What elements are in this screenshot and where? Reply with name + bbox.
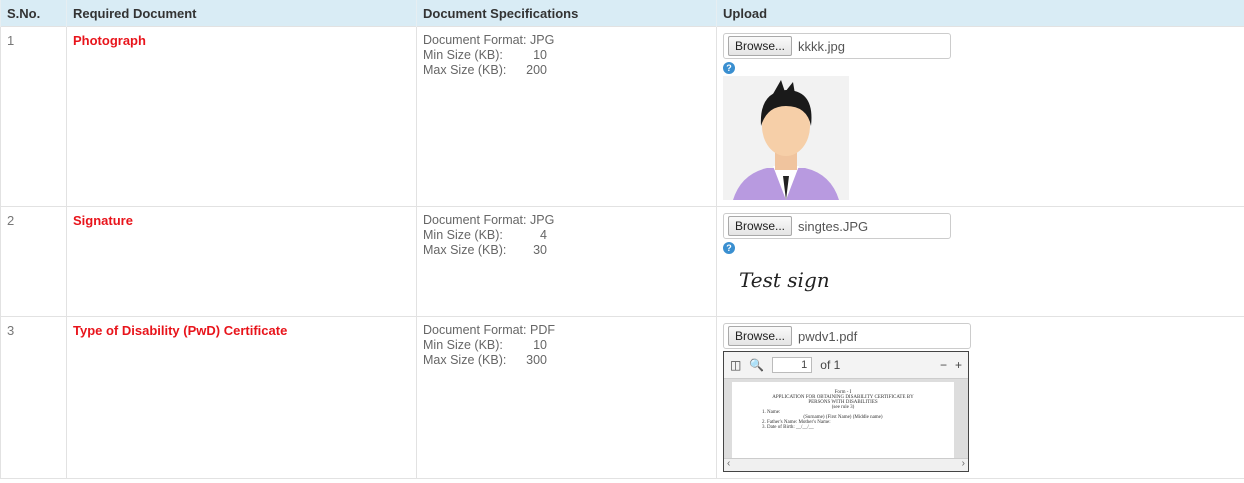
document-name: Type of Disability (PwD) Certificate [73,323,288,338]
page-number-input[interactable]: 1 [772,357,813,373]
table-row: 1 Photograph Document Format: JPG Min Si… [0,26,1244,207]
upload-cell: Browse... singtes.JPG ? Test sign [716,206,1244,317]
max-size-value: 300 [526,353,547,367]
max-size-label: Max Size (KB): [423,353,507,367]
row-document-cell: Type of Disability (PwD) Certificate [66,316,417,479]
format-value: JPG [530,213,555,227]
min-size-value: 10 [533,338,547,352]
zoom-out-icon[interactable]: − [940,358,947,372]
max-size-value: 200 [526,63,547,77]
min-size-value: 10 [533,48,547,62]
row-sno: 3 [0,316,67,479]
table-row: 2 Signature Document Format: JPG Min Siz… [0,206,1244,317]
format-value: JPG [530,33,555,47]
horizontal-scrollbar[interactable]: ‹ › [724,458,968,471]
upload-cell: Browse... kkkk.jpg ? [716,26,1244,207]
file-name: singtes.JPG [798,218,869,234]
browse-button[interactable]: Browse... [728,326,793,346]
pdf-line: 3. Date of Birth: __/__/__ [762,425,814,430]
document-specs: Document Format: JPG Min Size (KB): 10 Ma… [416,26,717,207]
format-label: Document Format: [423,323,527,337]
file-input[interactable]: Browse... kkkk.jpg [723,33,951,59]
photo-preview [723,76,849,200]
header-sno: S.No. [0,0,67,27]
min-size-value: 4 [540,228,547,242]
file-name: pwdv1.pdf [798,328,858,344]
pdf-page: Form - I APPLICATION FOR OBTAINING DISAB… [732,382,954,462]
header-upload: Upload [716,0,1244,27]
scroll-right-icon[interactable]: › [962,458,965,469]
search-icon[interactable]: 🔍 [749,358,764,372]
min-size-label: Min Size (KB): [423,48,503,62]
max-size-label: Max Size (KB): [423,243,507,257]
help-icon[interactable]: ? [723,62,735,74]
scroll-left-icon[interactable]: ‹ [727,458,730,469]
header-document-specifications: Document Specifications [416,0,717,27]
format-value: PDF [530,323,555,337]
header-required-document: Required Document [66,0,417,27]
browse-button[interactable]: Browse... [728,216,793,236]
document-specs: Document Format: PDF Min Size (KB): 10 Ma… [416,316,717,479]
table-row: 3 Type of Disability (PwD) Certificate D… [0,316,1244,479]
file-input[interactable]: Browse... singtes.JPG [723,213,951,239]
min-size-label: Min Size (KB): [423,228,503,242]
row-document-cell: Signature [66,206,417,317]
signature-preview: Test sign [739,268,830,292]
browse-button[interactable]: Browse... [728,36,793,56]
sidebar-toggle-icon[interactable]: ◫ [730,358,741,372]
pdf-toolbar: ◫ 🔍 1 of 1 − + [724,352,968,379]
file-name: kkkk.jpg [798,38,845,54]
format-label: Document Format: [423,213,527,227]
upload-cell: Browse... pwdv1.pdf ◫ 🔍 1 of 1 − + Form … [716,316,1244,479]
file-input[interactable]: Browse... pwdv1.pdf [723,323,971,349]
row-document-cell: Photograph [66,26,417,207]
max-size-label: Max Size (KB): [423,63,507,77]
min-size-label: Min Size (KB): [423,338,503,352]
table-header-row: S.No. Required Document Document Specifi… [0,0,1244,27]
pdf-viewer[interactable]: ◫ 🔍 1 of 1 − + Form - I APPLICATION FOR … [723,351,969,472]
format-label: Document Format: [423,33,527,47]
page-total: of 1 [820,358,841,372]
max-size-value: 30 [533,243,547,257]
zoom-in-icon[interactable]: + [955,358,962,372]
documents-table: S.No. Required Document Document Specifi… [0,0,1244,479]
row-sno: 2 [0,206,67,317]
document-name: Signature [73,213,133,228]
document-name: Photograph [73,33,146,48]
document-specs: Document Format: JPG Min Size (KB): 4 Max… [416,206,717,317]
help-icon[interactable]: ? [723,242,735,254]
row-sno: 1 [0,26,67,207]
